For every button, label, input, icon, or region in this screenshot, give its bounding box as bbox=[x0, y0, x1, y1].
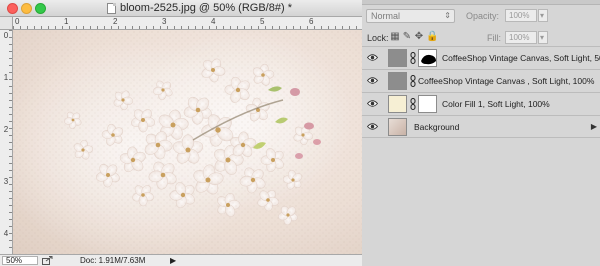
layer-mask-thumbnail[interactable] bbox=[418, 95, 437, 113]
ruler-tick-label: 4 bbox=[211, 17, 216, 26]
opacity-dropdown-button[interactable]: ▾ bbox=[538, 9, 548, 22]
lock-image-pixels-icon[interactable]: ✎ bbox=[402, 31, 412, 42]
panel-tab-strip bbox=[362, 0, 600, 5]
ruler-tick-label: 2 bbox=[3, 125, 9, 134]
layer-row[interactable]: Color Fill 1, Soft Light, 100% bbox=[362, 92, 600, 115]
fill-label: Fill: bbox=[487, 33, 501, 43]
visibility-eye-icon[interactable] bbox=[367, 53, 378, 62]
vertical-ruler[interactable]: 0 1 2 3 4 bbox=[0, 30, 13, 254]
visibility-eye-icon[interactable] bbox=[367, 99, 378, 108]
lock-all-icon[interactable]: 🔒 bbox=[426, 31, 438, 42]
document-proxy-icon[interactable] bbox=[107, 3, 116, 14]
layer-name: Color Fill 1, Soft Light, 100% bbox=[442, 99, 550, 109]
ruler-tick-label: 4 bbox=[3, 229, 9, 238]
document-window: bloom-2525.jpg @ 50% (RGB/8#) * 0 1 2 3 … bbox=[0, 0, 362, 266]
ruler-tick-label: 3 bbox=[3, 177, 9, 186]
ruler-tick-label: 5 bbox=[260, 17, 265, 26]
layer-thumbnail[interactable] bbox=[388, 49, 407, 67]
panel-arrow-icon[interactable]: ▶ bbox=[591, 122, 597, 131]
share-icon[interactable] bbox=[42, 256, 53, 265]
ruler-tick-label: 2 bbox=[113, 17, 118, 26]
layer-name: CoffeeShop Vintage Canvas , Soft Light, … bbox=[418, 76, 595, 86]
layer-row[interactable]: CoffeeShop Vintage Canvas , Soft Light, … bbox=[362, 69, 600, 92]
layer-row[interactable]: CoffeeShop Vintage Canvas, Soft Light, 5… bbox=[362, 46, 600, 69]
image-canvas[interactable] bbox=[13, 30, 362, 254]
blend-mode-value: Normal bbox=[371, 11, 401, 21]
status-menu-arrow-icon[interactable]: ▶ bbox=[170, 256, 176, 265]
opacity-field[interactable]: 100% bbox=[505, 9, 537, 22]
document-size-info: Doc: 1.91M/7.63M bbox=[80, 256, 146, 265]
layer-mask-thumbnail[interactable] bbox=[418, 49, 437, 67]
close-window-button[interactable] bbox=[7, 3, 18, 14]
lock-transparent-pixels-icon[interactable]: ▦ bbox=[390, 31, 400, 42]
fill-value: 100% bbox=[509, 33, 530, 42]
ruler-tick-label: 6 bbox=[309, 17, 314, 26]
ruler-tick-label: 1 bbox=[3, 73, 9, 82]
chevron-updown-icon: ⇕ bbox=[444, 11, 451, 20]
chain-link-icon[interactable] bbox=[410, 98, 416, 110]
lock-label: Lock: bbox=[367, 33, 389, 43]
opacity-label: Opacity: bbox=[466, 11, 500, 21]
mask-shape-icon bbox=[421, 54, 436, 65]
horizontal-ruler[interactable]: 0 1 2 3 4 5 6 bbox=[13, 17, 362, 30]
visibility-eye-icon[interactable] bbox=[367, 76, 378, 85]
zoom-window-button[interactable] bbox=[35, 3, 46, 14]
status-bar: 50% Doc: 1.91M/7.63M ▶ bbox=[0, 254, 362, 266]
layers-panel: Normal ⇕ Opacity: 100% ▾ Lock: ▦ ✎ ✥ 🔒 F… bbox=[362, 0, 600, 266]
lock-position-icon[interactable]: ✥ bbox=[414, 31, 424, 42]
fill-dropdown-button[interactable]: ▾ bbox=[538, 31, 548, 44]
visibility-eye-icon[interactable] bbox=[367, 122, 378, 131]
background-thumbnail[interactable] bbox=[388, 118, 407, 136]
chain-link-icon[interactable] bbox=[410, 52, 416, 64]
chain-link-icon[interactable] bbox=[410, 75, 416, 87]
ruler-tick-label: 1 bbox=[64, 17, 69, 26]
document-title: bloom-2525.jpg @ 50% (RGB/8#) * bbox=[120, 2, 292, 14]
fill-field[interactable]: 100% bbox=[505, 31, 537, 44]
layer-thumbnail[interactable] bbox=[388, 72, 407, 90]
blossom-photo bbox=[13, 30, 362, 254]
document-titlebar[interactable]: bloom-2525.jpg @ 50% (RGB/8#) * bbox=[0, 0, 362, 17]
blend-mode-select[interactable]: Normal ⇕ bbox=[366, 9, 455, 23]
ruler-tick-label: 3 bbox=[162, 17, 167, 26]
layer-row[interactable]: Background ▶ bbox=[362, 115, 600, 138]
ruler-origin[interactable] bbox=[0, 17, 13, 30]
app-root: bloom-2525.jpg @ 50% (RGB/8#) * 0 1 2 3 … bbox=[0, 0, 600, 266]
zoom-level-field[interactable]: 50% bbox=[2, 256, 38, 265]
opacity-value: 100% bbox=[509, 11, 530, 20]
layer-name: CoffeeShop Vintage Canvas, Soft Light, 5… bbox=[442, 53, 600, 63]
ruler-tick-label: 0 bbox=[3, 31, 9, 40]
minimize-window-button[interactable] bbox=[21, 3, 32, 14]
color-fill-thumbnail[interactable] bbox=[388, 95, 407, 113]
layer-name: Background bbox=[414, 122, 460, 132]
ruler-tick-label: 0 bbox=[15, 17, 20, 26]
